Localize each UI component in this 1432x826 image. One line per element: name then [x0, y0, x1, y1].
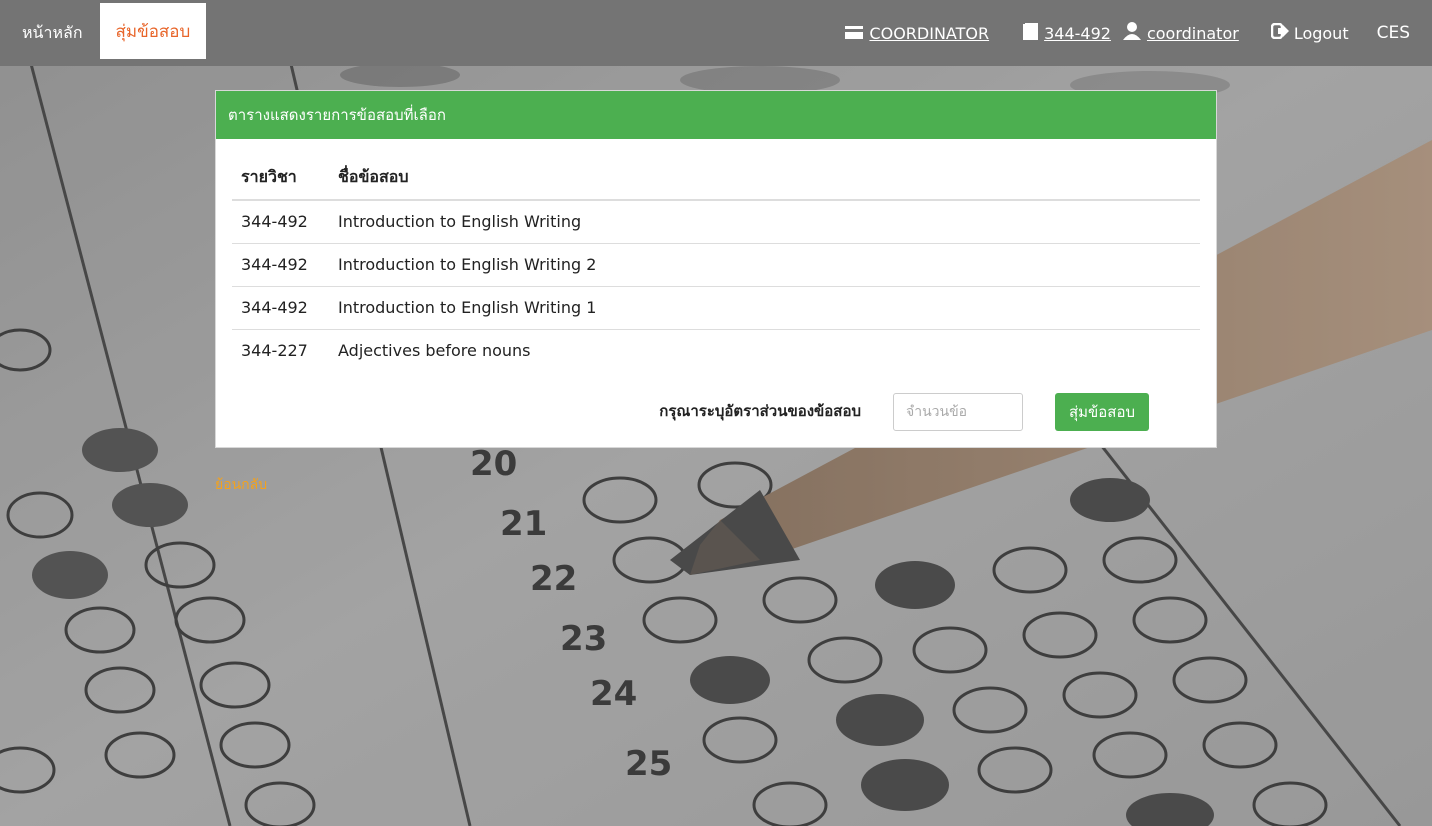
- cell-exam-name: Adjectives before nouns: [329, 328, 1200, 372]
- top-navbar: หน้าหลัก สุ่มข้อสอบ COORDINATOR 344-492 …: [0, 0, 1432, 66]
- ratio-form: กรุณาระบุอัตราส่วนของข้อสอบ สุ่มข้อสอบ: [216, 393, 1216, 431]
- nav-left-group: หน้าหลัก สุ่มข้อสอบ: [0, 0, 207, 66]
- table-row: 344-492 Introduction to English Writing …: [232, 242, 1200, 286]
- column-header-exam-name: ชื่อข้อสอบ: [329, 155, 1200, 201]
- back-link[interactable]: ย้อนกลับ: [215, 474, 267, 496]
- panel-title: ตารางแสดงรายการข้อสอบที่เลือก: [216, 91, 1216, 139]
- selected-exams-panel: ตารางแสดงรายการข้อสอบที่เลือก รายวิชา ชื…: [215, 90, 1217, 448]
- nav-role-label: COORDINATOR: [869, 23, 990, 43]
- credit-card-icon: [845, 24, 864, 43]
- user-icon: [1122, 22, 1141, 44]
- cell-exam-name: Introduction to English Writing: [338, 212, 582, 232]
- logout-icon: [1270, 22, 1289, 43]
- table-header-row: รายวิชา ชื่อข้อสอบ: [232, 155, 1200, 201]
- cell-exam-name: Introduction to English Writing 2: [329, 242, 1200, 286]
- nav-brand[interactable]: CES: [1377, 23, 1410, 43]
- table-row: 344-492 Introduction to English Writing: [232, 200, 1200, 243]
- nav-right-group: COORDINATOR 344-492 coordinator Logout C…: [845, 0, 1432, 66]
- cell-course-code: 344-227: [232, 328, 329, 372]
- nav-course-label: 344-492: [1044, 23, 1111, 43]
- cell-course-code: 344-492: [232, 285, 329, 329]
- cell-exam-name: Introduction to English Writing 1: [329, 285, 1200, 329]
- table-row: 344-492 Introduction to English Writing …: [232, 285, 1200, 329]
- selected-exams-table: รายวิชา ชื่อข้อสอบ 344-492 Introduction …: [232, 155, 1200, 372]
- nav-user-label: coordinator: [1146, 23, 1239, 43]
- ratio-form-label: กรุณาระบุอัตราส่วนของข้อสอบ: [659, 402, 861, 420]
- nav-user-link[interactable]: coordinator: [1122, 22, 1239, 44]
- question-count-input[interactable]: [893, 393, 1023, 431]
- nav-course-link[interactable]: 344-492: [1023, 22, 1111, 44]
- cell-course-code: 344-492: [241, 212, 308, 232]
- nav-home-link[interactable]: หน้าหลัก: [0, 21, 100, 46]
- cell-course-code: 344-492: [232, 242, 329, 286]
- nav-role-link[interactable]: COORDINATOR: [845, 24, 989, 43]
- column-header-course: รายวิชา: [232, 155, 329, 201]
- random-exam-button[interactable]: สุ่มข้อสอบ: [1055, 393, 1149, 431]
- nav-logout-link[interactable]: Logout: [1270, 22, 1349, 43]
- book-icon: [1023, 22, 1039, 44]
- nav-random-exam-tab[interactable]: สุ่มข้อสอบ: [99, 3, 207, 59]
- table-row: 344-227 Adjectives before nouns: [232, 328, 1200, 372]
- nav-logout-label: Logout: [1293, 23, 1349, 43]
